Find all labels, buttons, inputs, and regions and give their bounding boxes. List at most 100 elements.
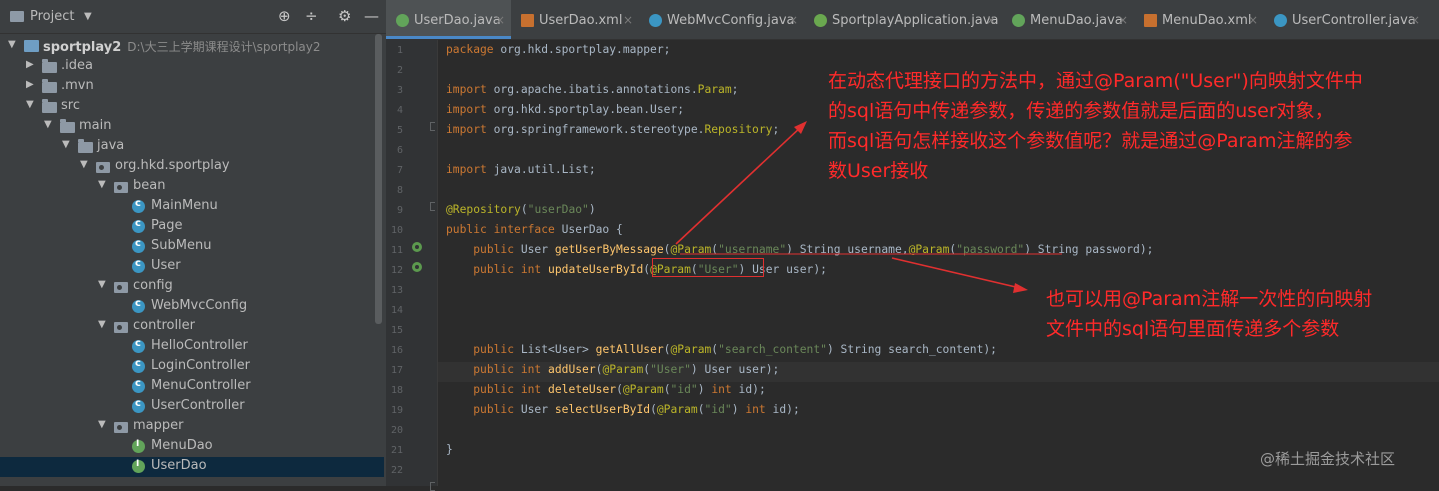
close-icon[interactable]: × — [788, 13, 798, 27]
close-icon[interactable]: × — [623, 13, 633, 27]
tree-item-submenu[interactable]: SubMenu — [0, 237, 384, 257]
code-line[interactable]: public int deleteUser(@Param("id") int i… — [446, 383, 766, 401]
collapse-icon[interactable]: ÷ — [305, 7, 318, 25]
close-icon[interactable]: × — [986, 13, 996, 27]
tab-menudao-java[interactable]: MenuDao.java × — [1002, 0, 1134, 39]
tree-item-menucontroller[interactable]: MenuController — [0, 377, 384, 397]
code-line[interactable]: import org.apache.ibatis.annotations.Par… — [446, 83, 738, 101]
code-token: @Param — [670, 343, 712, 356]
fold-marker[interactable] — [430, 202, 435, 211]
tree-item-label: WebMvcConfig — [151, 298, 247, 313]
tree-item-bean[interactable]: ▼ bean — [0, 177, 384, 197]
code-line[interactable]: public List<User> getAllUser(@Param("sea… — [446, 343, 997, 361]
close-icon[interactable]: × — [1410, 13, 1420, 27]
tree-item-userdao[interactable]: UserDao — [0, 457, 384, 477]
class-icon — [132, 298, 145, 313]
tree-item-sportplay2[interactable]: ▼ sportplay2 D:\大三上学期课程设计\sportplay2 — [0, 37, 384, 57]
code-token: ) User user); — [690, 363, 780, 376]
tab-label: MenuDao.java — [1030, 13, 1123, 28]
close-icon[interactable]: × — [1248, 13, 1258, 27]
package-icon — [114, 322, 128, 333]
code-token: @Param — [908, 243, 950, 256]
code-token: org.hkd.sportplay.mapper; — [500, 43, 671, 56]
expanded-arrow-icon[interactable]: ▼ — [98, 419, 106, 430]
tab-usercontroller-java[interactable]: UserController.java × — [1264, 0, 1426, 39]
tree-item-page[interactable]: Page — [0, 217, 384, 237]
code-line[interactable]: import java.util.List; — [446, 163, 596, 181]
project-path: D:\大三上学期课程设计\sportplay2 — [127, 40, 321, 54]
code-token: "password" — [956, 243, 1025, 256]
project-panel-title[interactable]: Project — [30, 9, 74, 24]
code-token: ( — [663, 383, 671, 396]
tree-item-logincontroller[interactable]: LoginController — [0, 357, 384, 377]
close-icon[interactable]: × — [495, 13, 505, 27]
project-scrollbar[interactable] — [375, 34, 382, 324]
minimize-icon[interactable]: — — [364, 7, 379, 25]
tree-item-user[interactable]: User — [0, 257, 384, 277]
tab-sportplayapplication-java[interactable]: SportplayApplication.java × — [804, 0, 1002, 39]
tree-item-controller[interactable]: ▼ controller — [0, 317, 384, 337]
tab-userdao-xml[interactable]: UserDao.xml × — [511, 0, 639, 39]
tab-menudao-xml[interactable]: MenuDao.xml × — [1134, 0, 1264, 39]
tab-webmvcconfig-java[interactable]: WebMvcConfig.java × — [639, 0, 804, 39]
collapsed-arrow-icon[interactable]: ▶ — [26, 79, 34, 90]
implementation-gutter-icon[interactable] — [412, 262, 422, 272]
tree-item-mainmenu[interactable]: MainMenu — [0, 197, 384, 217]
code-token: public — [473, 403, 521, 416]
tree-item-org-hkd-sportplay[interactable]: ▼ org.hkd.sportplay — [0, 157, 384, 177]
tree-item-menudao[interactable]: MenuDao — [0, 437, 384, 457]
target-icon[interactable]: ⊕ — [278, 7, 291, 25]
expanded-arrow-icon[interactable]: ▼ — [26, 99, 34, 110]
code-line[interactable]: public User getUserByMessage(@Param("use… — [446, 243, 1153, 261]
tree-item-label: src — [61, 98, 80, 113]
code-line[interactable]: public interface UserDao { — [446, 223, 623, 241]
tab-label: UserController.java — [1292, 13, 1416, 28]
line-number: 21 — [390, 445, 403, 456]
code-line[interactable]: public int addUser(@Param("User") User u… — [446, 363, 779, 381]
close-icon[interactable]: × — [1118, 13, 1128, 27]
code-token: ( — [650, 403, 657, 416]
xml-icon — [521, 14, 534, 27]
code-line[interactable]: @Repository("userDao") — [446, 203, 596, 221]
tree-item-mapper[interactable]: ▼ mapper — [0, 417, 384, 437]
tree-item-config[interactable]: ▼ config — [0, 277, 384, 297]
tree-item-label: org.hkd.sportplay — [115, 158, 230, 173]
tree-item-hellocontroller[interactable]: HelloController — [0, 337, 384, 357]
tree-item-webmvcconfig[interactable]: WebMvcConfig — [0, 297, 384, 317]
tab-label: MenuDao.xml — [1162, 13, 1252, 28]
expanded-arrow-icon[interactable]: ▼ — [98, 279, 106, 290]
tree-item-usercontroller[interactable]: UserController — [0, 397, 384, 417]
bean-gutter-icon[interactable] — [412, 242, 422, 252]
expanded-arrow-icon[interactable]: ▼ — [8, 39, 16, 50]
code-line[interactable]: public int updateUserById(@Param("User")… — [446, 263, 827, 281]
tree-item-main[interactable]: ▼ main — [0, 117, 384, 137]
tree-item-text: bean — [133, 178, 166, 193]
code-line[interactable]: package org.hkd.sportplay.mapper; — [446, 43, 670, 61]
code-token: ( — [616, 383, 623, 396]
tree-item-label: mapper — [133, 418, 183, 433]
tree-item-label: UserDao — [151, 458, 207, 473]
tree-item--idea[interactable]: ▶ .idea — [0, 57, 384, 77]
tree-item-java[interactable]: ▼ java — [0, 137, 384, 157]
tab-userdao-java[interactable]: UserDao.java × — [386, 0, 511, 39]
code-line[interactable]: } — [446, 443, 453, 461]
fold-marker[interactable] — [430, 122, 435, 131]
interface-icon — [1012, 14, 1025, 27]
expanded-arrow-icon[interactable]: ▼ — [44, 119, 52, 130]
code-line[interactable]: import org.hkd.sportplay.bean.User; — [446, 103, 684, 121]
code-token: id); — [772, 403, 800, 416]
line-number: 6 — [396, 145, 403, 156]
gear-icon[interactable]: ⚙ — [338, 7, 351, 25]
code-line[interactable]: import org.springframework.stereotype.Re… — [446, 123, 779, 141]
expanded-arrow-icon[interactable]: ▼ — [98, 319, 106, 330]
fold-marker[interactable] — [430, 482, 435, 491]
tree-item-label: MenuDao — [151, 438, 213, 453]
collapsed-arrow-icon[interactable]: ▶ — [26, 59, 34, 70]
expanded-arrow-icon[interactable]: ▼ — [62, 139, 70, 150]
chevron-down-icon[interactable]: ▼ — [84, 11, 92, 22]
code-line[interactable]: public User selectUserById(@Param("id") … — [446, 403, 800, 421]
expanded-arrow-icon[interactable]: ▼ — [80, 159, 88, 170]
tree-item-src[interactable]: ▼ src — [0, 97, 384, 117]
expanded-arrow-icon[interactable]: ▼ — [98, 179, 106, 190]
tree-item--mvn[interactable]: ▶ .mvn — [0, 77, 384, 97]
